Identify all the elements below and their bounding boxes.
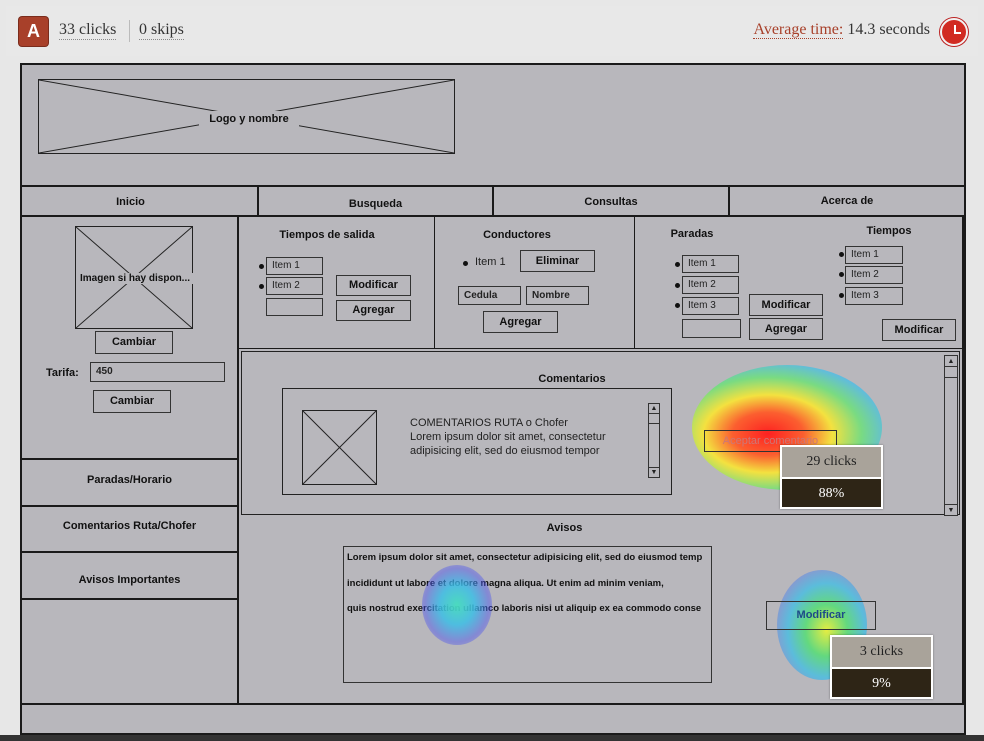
callout-percent: 9% — [832, 667, 931, 697]
image-label: Imagen si hay dispon... — [76, 273, 194, 284]
cedula-field[interactable]: Cedula — [458, 286, 521, 305]
divider — [22, 215, 964, 217]
divider — [237, 215, 239, 705]
divider — [22, 551, 237, 553]
click-callout[interactable]: 3 clicks 9% — [830, 635, 933, 699]
parada-item-3[interactable]: Item 3 — [682, 297, 739, 315]
bullet-icon — [839, 293, 844, 298]
divider — [239, 703, 964, 705]
comentarios-scrollbar[interactable]: ▲ ▼ — [944, 355, 958, 516]
tiempos-salida-title: Tiempos de salida — [279, 229, 375, 241]
paradas-modify-button[interactable]: Modificar — [749, 294, 823, 316]
nav-acerca-de[interactable]: Acerca de — [730, 195, 964, 207]
average-time-value: 14.3 seconds — [843, 21, 930, 38]
conductores-title: Conductores — [483, 229, 551, 241]
stats-bar: A 33 clicks 0 skips Average time: 14.3 s… — [6, 6, 978, 56]
callout-percent: 88% — [782, 477, 881, 507]
divider — [962, 215, 964, 705]
paradas-title: Paradas — [670, 228, 714, 240]
nav-inicio[interactable]: Inicio — [22, 196, 239, 208]
tiempos-modify-button[interactable]: Modificar — [336, 275, 411, 296]
comment-line-1: Lorem ipsum dolor sit amet, consectetur — [410, 431, 606, 443]
scroll-up-icon[interactable]: ▲ — [649, 404, 659, 414]
divider — [22, 505, 237, 507]
divider — [22, 598, 237, 600]
bullet-icon — [839, 272, 844, 277]
average-time: Average time: 14.3 seconds — [753, 21, 930, 39]
comment-image-placeholder[interactable] — [302, 410, 377, 485]
bullet-icon — [675, 283, 680, 288]
click-callout[interactable]: 29 clicks 88% — [780, 445, 883, 509]
bottom-strip — [0, 735, 984, 741]
tiempo-item-1[interactable]: Item 1 — [266, 257, 323, 275]
logo-placeholder[interactable]: Logo y nombre — [38, 79, 455, 154]
parada-item-2[interactable]: Item 2 — [682, 276, 739, 294]
app-badge-icon: A — [19, 17, 48, 46]
scroll-down-icon[interactable]: ▼ — [649, 467, 659, 477]
parada-item-1[interactable]: Item 1 — [682, 255, 739, 273]
avisos-title: Avisos — [546, 522, 583, 534]
tiempo-col-item-3[interactable]: Item 3 — [845, 287, 903, 305]
stat-divider — [129, 20, 130, 42]
divider — [239, 348, 962, 349]
sidebar-item-comentarios[interactable]: Comentarios Ruta/Chofer — [22, 520, 237, 532]
divider — [634, 217, 635, 349]
nombre-field[interactable]: Nombre — [526, 286, 589, 305]
scroll-up-icon[interactable]: ▲ — [945, 356, 957, 367]
average-time-label[interactable]: Average time: — [753, 21, 844, 39]
tiempo-item-2[interactable]: Item 2 — [266, 277, 323, 295]
wireframe-screenshot: Logo y nombre Inicio Busqueda Consultas … — [20, 63, 966, 735]
tarifa-label: Tarifa: — [46, 367, 79, 379]
tarifa-input[interactable]: 450 — [90, 362, 225, 382]
stopwatch-icon — [940, 18, 968, 46]
bullet-icon — [675, 262, 680, 267]
clicks-count[interactable]: 33 clicks — [59, 21, 117, 40]
image-placeholder[interactable]: Imagen si hay dispon... — [75, 226, 194, 329]
tiempos-col-modify-button[interactable]: Modificar — [882, 319, 956, 341]
sidebar-item-paradas[interactable]: Paradas/Horario — [22, 474, 237, 486]
logo-label: Logo y nombre — [199, 111, 299, 127]
conductor-item: Item 1 — [475, 256, 506, 268]
comment-line-2: adipisicing elit, sed do eiusmod tempor — [410, 445, 600, 457]
paradas-add-button[interactable]: Agregar — [749, 318, 823, 340]
bullet-icon — [675, 303, 680, 308]
tiempos-title: Tiempos — [866, 225, 912, 237]
bullet-icon — [839, 252, 844, 257]
callout-clicks: 29 clicks — [782, 447, 881, 477]
divider — [434, 217, 435, 349]
tiempo-col-item-1[interactable]: Item 1 — [845, 246, 903, 264]
bullet-icon — [259, 284, 264, 289]
scroll-thumb[interactable] — [649, 415, 659, 424]
bullet-icon — [463, 261, 468, 266]
parada-item-empty[interactable] — [682, 319, 741, 338]
avisos-line-2: incididunt ut labore et dolore magna ali… — [347, 578, 664, 589]
callout-clicks: 3 clicks — [832, 637, 931, 667]
tiempo-col-item-2[interactable]: Item 2 — [845, 266, 903, 284]
comment-scrollbar[interactable]: ▲ ▼ — [648, 403, 660, 478]
avisos-line-3: quis nostrud exercitation ullamco labori… — [347, 603, 702, 614]
conductor-add-button[interactable]: Agregar — [483, 311, 558, 333]
divider — [22, 458, 237, 460]
conductor-remove-button[interactable]: Eliminar — [520, 250, 595, 272]
comment-heading: COMENTARIOS RUTA o Chofer — [410, 417, 568, 429]
avisos-textarea[interactable]: Lorem ipsum dolor sit amet, consectetur … — [343, 546, 712, 683]
comentarios-title: Comentarios — [538, 373, 606, 385]
scroll-down-icon[interactable]: ▼ — [945, 504, 957, 515]
avisos-modify-button[interactable]: Modificar — [766, 601, 876, 630]
nav-busqueda[interactable]: Busqueda — [259, 198, 492, 210]
change-image-button[interactable]: Cambiar — [95, 331, 173, 354]
tiempo-item-empty[interactable] — [266, 298, 323, 316]
change-tarifa-button[interactable]: Cambiar — [93, 390, 171, 413]
bullet-icon — [259, 264, 264, 269]
tiempos-add-button[interactable]: Agregar — [336, 300, 411, 321]
avisos-line-1: Lorem ipsum dolor sit amet, consectetur … — [347, 552, 703, 563]
divider — [22, 703, 239, 705]
scroll-thumb[interactable] — [945, 368, 957, 378]
sidebar-item-avisos[interactable]: Avisos Importantes — [22, 574, 237, 586]
skips-count[interactable]: 0 skips — [139, 21, 184, 40]
nav-consultas[interactable]: Consultas — [494, 196, 728, 208]
